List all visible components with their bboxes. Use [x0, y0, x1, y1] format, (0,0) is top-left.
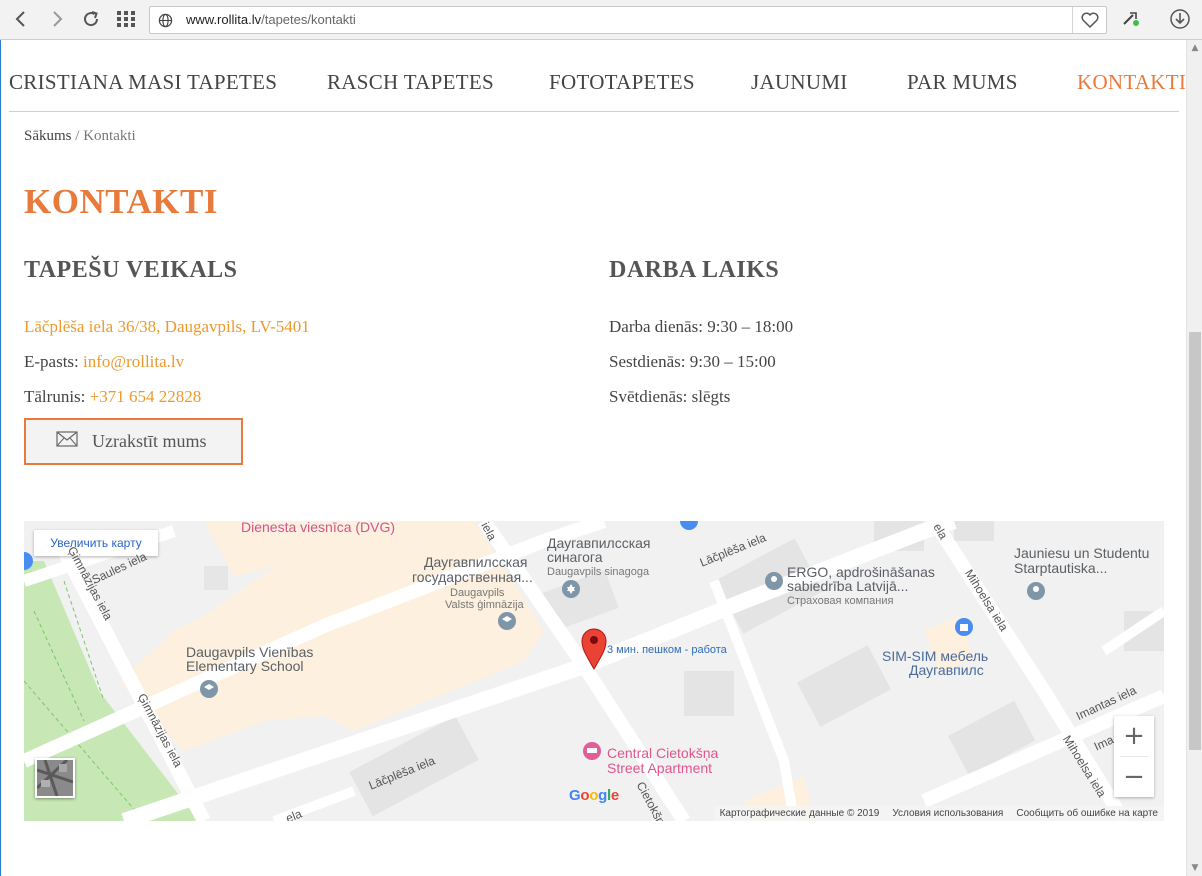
map-label-synagogue-ru-2[interactable]: синагога — [547, 550, 603, 565]
nav-item-jaunumi[interactable]: JAUNUMI — [751, 70, 848, 95]
map-label-gymnasium-ru-2[interactable]: государственная... — [412, 570, 533, 585]
scroll-down-icon[interactable]: ▼ — [1190, 863, 1200, 873]
map-label-youth-2[interactable]: Starptautiska... — [1014, 561, 1107, 576]
map-label-ergo-3: Страховая компания — [787, 595, 894, 607]
map-label-simsim-2[interactable]: Даугавпилс — [909, 663, 984, 678]
forward-icon[interactable] — [44, 6, 70, 32]
weekdays-value: 9:30 – 18:00 — [707, 317, 794, 336]
sunday-label: Svētdienās: — [609, 387, 688, 406]
phone-line: Tālrunis: +371 654 22828 — [24, 387, 201, 407]
address-link[interactable]: Lāčplēša iela 36/38, Daugavpils, LV-5401 — [24, 317, 310, 336]
map-label-youth-1[interactable]: Jauniesu un Studentu — [1014, 546, 1149, 561]
map-data-credit: Картографические данные © 2019 — [719, 808, 880, 819]
breadcrumb-current: Kontakti — [83, 128, 136, 144]
email-label: E-pasts: — [24, 352, 79, 371]
bookmark-heart-icon[interactable] — [1072, 7, 1106, 33]
hours-title: DARBA LAIKS — [609, 257, 780, 283]
envelope-icon — [56, 431, 78, 452]
zoom-out-icon[interactable]: − — [1114, 757, 1154, 797]
phone-label: Tālrunis: — [24, 387, 86, 406]
nav-item-rasch[interactable]: RASCH TAPETES — [327, 70, 494, 95]
hours-weekdays: Darba dienās: 9:30 – 18:00 — [609, 317, 793, 337]
sunday-value: slēgts — [691, 387, 731, 406]
page-scrollbar[interactable]: ▲ ▼ — [1186, 40, 1202, 876]
google-map[interactable]: Увеличить карту Dienesta viesnīca (DVG) … — [24, 521, 1164, 821]
map-label-gymnasium-lv-1: Daugavpils — [450, 587, 505, 599]
map-label-gymnasium-lv-2: Valsts ģimnāzija — [445, 599, 524, 611]
map-label-synagogue-lv: Daugavpils sinagoga — [547, 566, 650, 578]
breadcrumb-home[interactable]: Sākums — [24, 128, 72, 144]
scrollbar-thumb[interactable] — [1189, 332, 1201, 750]
nav-item-fototapetes[interactable]: FOTOTAPETES — [549, 70, 695, 95]
hours-sunday: Svētdienās: slēgts — [609, 387, 730, 407]
store-title: TAPEŠU VEIKALS — [24, 257, 238, 283]
phone-link[interactable]: +371 654 22828 — [90, 387, 202, 406]
map-label-apartment-1[interactable]: Central Cietokšņa — [607, 746, 718, 761]
weekdays-label: Darba dienās: — [609, 317, 703, 336]
map-label-route[interactable]: 3 мин. пешком - работа — [607, 643, 727, 658]
back-icon[interactable] — [8, 6, 34, 32]
scroll-up-icon[interactable]: ▲ — [1190, 43, 1200, 53]
google-logo: Google — [569, 787, 619, 804]
page-content: CRISTIANA MASI TAPETES RASCH TAPETES FOT… — [0, 40, 1186, 876]
browser-toolbar: www.rollita.lv/tapetes/kontakti — [0, 0, 1202, 40]
download-icon[interactable] — [1167, 6, 1193, 32]
satellite-toggle[interactable] — [35, 758, 75, 798]
map-label-apartment-2[interactable]: Street Apartment — [607, 761, 712, 776]
map-label-ergo-2[interactable]: sabiedrība Latvijā... — [787, 579, 908, 594]
nav-item-par-mums[interactable]: PAR MUMS — [907, 70, 1018, 95]
speed-dial-icon[interactable] — [113, 6, 139, 32]
email-line: E-pasts: info@rollita.lv — [24, 352, 184, 372]
zoom-in-icon[interactable]: + — [1114, 716, 1154, 756]
main-nav: CRISTIANA MASI TAPETES RASCH TAPETES FOT… — [9, 68, 1186, 112]
globe-icon — [158, 13, 173, 33]
extension-icon[interactable] — [1118, 6, 1144, 32]
map-report-link[interactable]: Сообщить об ошибке на карте — [1016, 808, 1158, 819]
write-us-button[interactable]: Uzrakstīt mums — [24, 418, 243, 465]
map-footer: Картографические данные © 2019 Условия и… — [713, 806, 1164, 821]
map-label-dvg[interactable]: Dienesta viesnīca (DVG) — [241, 521, 395, 535]
hours-saturday: Sestdienās: 9:30 – 15:00 — [609, 352, 776, 372]
url-text: www.rollita.lv/tapetes/kontakti — [186, 12, 356, 27]
store-address: Lāčplēša iela 36/38, Daugavpils, LV-5401 — [24, 317, 310, 337]
nav-item-cristiana-masi[interactable]: CRISTIANA MASI TAPETES — [9, 70, 277, 95]
nav-item-kontakti[interactable]: KONTAKTI — [1077, 70, 1186, 95]
map-label-school-2[interactable]: Elementary School — [186, 659, 304, 674]
email-link[interactable]: info@rollita.lv — [83, 352, 184, 371]
reload-icon[interactable] — [78, 6, 104, 32]
page-title: KONTAKTI — [24, 182, 218, 221]
address-bar[interactable]: www.rollita.lv/tapetes/kontakti — [149, 6, 1107, 34]
map-terms-link[interactable]: Условия использования — [892, 808, 1003, 819]
breadcrumb: Sākums / Kontakti — [24, 128, 136, 145]
saturday-value: 9:30 – 15:00 — [689, 352, 776, 371]
write-us-label: Uzrakstīt mums — [92, 431, 207, 451]
saturday-label: Sestdienās: — [609, 352, 686, 371]
zoom-controls: + − — [1114, 716, 1154, 797]
map-label-gymnasium-ru-1[interactable]: Даугавпилсская — [424, 555, 528, 570]
breadcrumb-separator: / — [75, 128, 80, 144]
